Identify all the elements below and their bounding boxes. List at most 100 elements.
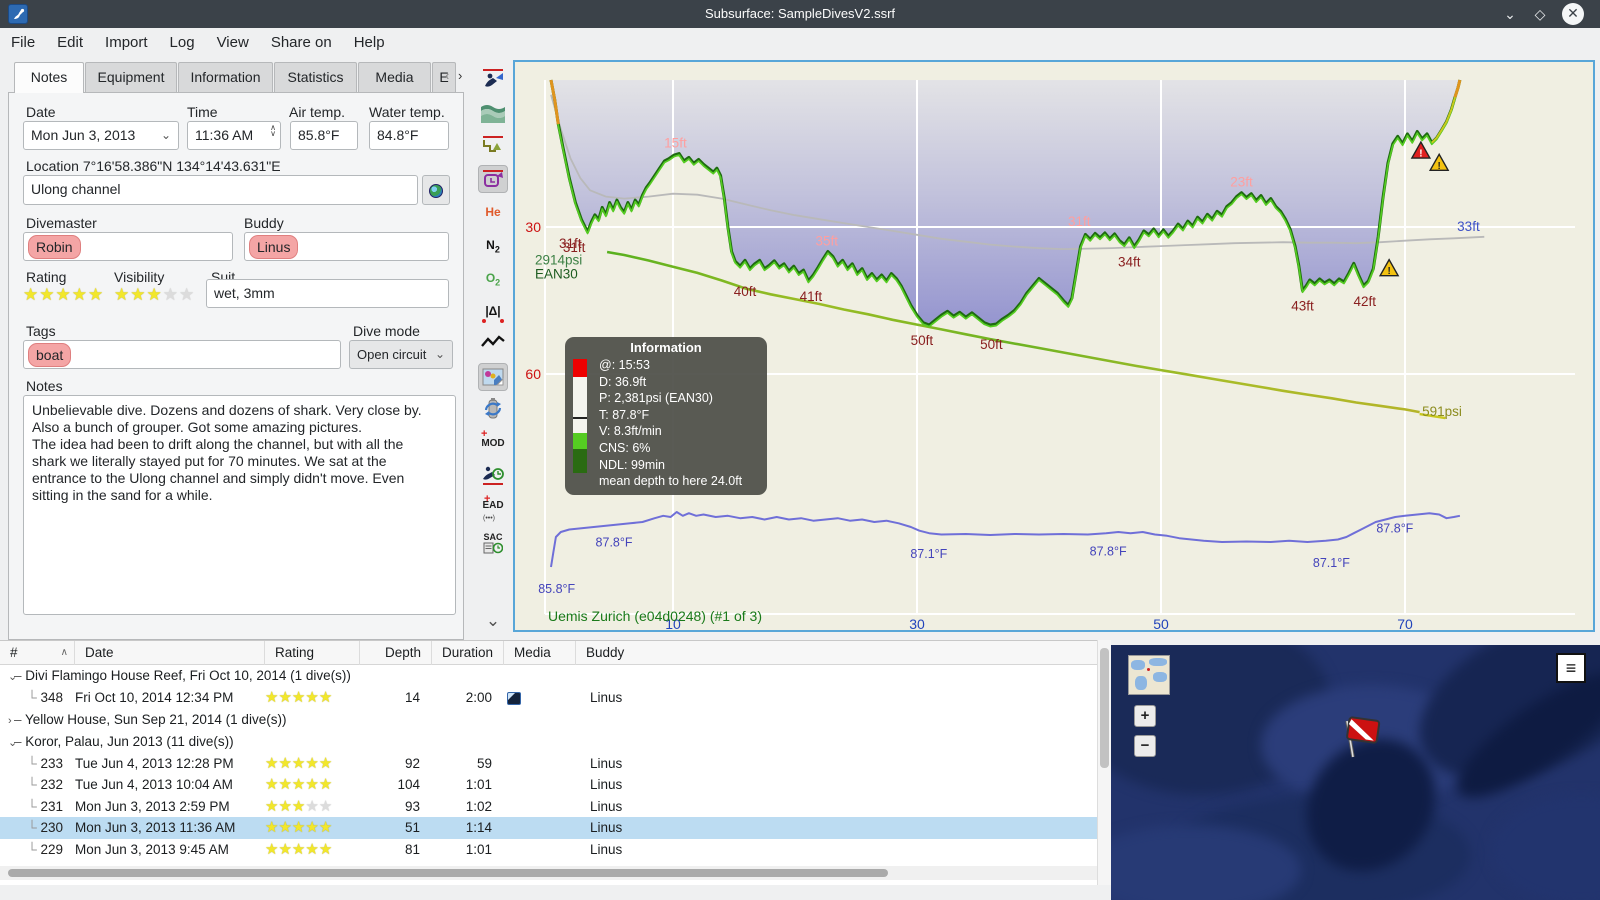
- dive-row[interactable]: └ 348 Fri Oct 10, 2014 12:34 PM ★★★★★ 14 2:0…: [0, 687, 1097, 709]
- ceiling-3m-button[interactable]: [478, 132, 508, 160]
- dive-depth: 93: [404, 798, 420, 814]
- dive-row[interactable]: └ 231 Mon Jun 3, 2013 2:59 PM ★★★★★ 93 1:02 L…: [0, 796, 1097, 818]
- col-depth[interactable]: Depth: [360, 641, 432, 665]
- svg-text:87.1°F: 87.1°F: [910, 547, 947, 561]
- dive-flag-marker[interactable]: [1339, 713, 1385, 766]
- dive-row[interactable]: └ 232 Tue Jun 4, 2013 10:04 AM ★★★★★ 104 1:0…: [0, 774, 1097, 796]
- tags-field[interactable]: boat: [23, 340, 341, 369]
- map-overview-thumbnail[interactable]: [1128, 655, 1170, 695]
- menu-view[interactable]: View: [206, 28, 260, 57]
- dive-row[interactable]: └ 233 Tue Jun 4, 2013 12:28 PM ★★★★★ 92 59 Li…: [0, 753, 1097, 775]
- notes-label: Notes: [26, 378, 63, 394]
- dive-computer-label: Uemis Zurich (e04d0248) (#1 of 3): [548, 608, 762, 624]
- tab-equipment[interactable]: Equipment: [85, 62, 177, 92]
- dive-trip-row[interactable]: ⌄– Divi Flamingo House Reef, Fri Oct 10,…: [0, 665, 1097, 687]
- date-field[interactable]: Mon Jun 3, 2013 ⌄: [23, 121, 179, 150]
- svg-text:41ft: 41ft: [800, 289, 823, 304]
- information-tooltip[interactable]: Information @: 15:53 D: 36.9ft P: 2,381psi…: [565, 337, 767, 495]
- dc-reported-ceiling-button[interactable]: [478, 165, 508, 193]
- dive-row-selected[interactable]: └ 230 Mon Jun 3, 2013 11:36 AM ★★★★★ 51 1:14…: [0, 817, 1097, 839]
- minimize-icon[interactable]: ⌄: [1498, 3, 1522, 25]
- expand-icon[interactable]: ›: [0, 710, 14, 732]
- collapse-icon[interactable]: ⌄: [0, 666, 17, 688]
- col-rating[interactable]: Rating: [265, 641, 360, 665]
- dive-trip-row[interactable]: › – Yellow House, Sun Sep 21, 2014 (1 div…: [0, 709, 1097, 731]
- buddy-field[interactable]: Linus: [244, 232, 449, 261]
- menu-share-on[interactable]: Share on: [260, 28, 343, 57]
- divemaster-field[interactable]: Robin: [23, 232, 233, 261]
- dive-rating-stars: ★★★★★: [265, 776, 333, 793]
- calculated-ceiling-button[interactable]: [478, 99, 508, 127]
- svg-text:50ft: 50ft: [980, 337, 1003, 352]
- time-field[interactable]: 11:36 AM ∧ ∨: [187, 121, 281, 150]
- menu-edit[interactable]: Edit: [46, 28, 94, 57]
- time-spinner[interactable]: ∧ ∨: [270, 124, 276, 138]
- dive-profile-chart[interactable]: 10 30 50 70 30 60 31ft 15ft 40ft 41ft 35ft 50ft 50ft…: [513, 60, 1595, 632]
- location-globe-button[interactable]: [422, 175, 450, 205]
- tab-scroll-right-icon[interactable]: ›: [458, 68, 462, 83]
- map-zoom-out-button[interactable]: −: [1134, 735, 1156, 757]
- menu-help[interactable]: Help: [343, 28, 396, 57]
- location-field[interactable]: Ulong channel: [23, 175, 418, 205]
- dive-list-vertical-scrollbar[interactable]: [1097, 640, 1111, 885]
- dc-ceiling-button[interactable]: [478, 66, 508, 94]
- divemode-select[interactable]: Open circuit ⌄: [349, 340, 453, 369]
- tag-boat[interactable]: boat: [28, 343, 72, 367]
- chevron-down-icon[interactable]: ⌄: [435, 341, 445, 368]
- maximize-icon[interactable]: ◇: [1528, 3, 1552, 25]
- tab-notes[interactable]: Notes: [14, 62, 84, 93]
- media-thumbnail-icon[interactable]: [507, 691, 521, 705]
- pp-nitrogen-button[interactable]: N2: [478, 231, 508, 259]
- show-photos-button[interactable]: [478, 363, 508, 391]
- chevron-down-icon[interactable]: ⌄: [161, 122, 171, 149]
- tab-media[interactable]: Media: [358, 62, 431, 92]
- col-buddy[interactable]: Buddy: [576, 641, 1097, 665]
- ruler-dot-icon: [482, 319, 486, 323]
- pp-helium-button[interactable]: He: [478, 198, 508, 226]
- tab-information[interactable]: Information: [178, 62, 273, 92]
- watertemp-field[interactable]: 84.8°F: [369, 121, 449, 150]
- scrollbar-thumb[interactable]: [1100, 648, 1109, 768]
- tab-extra[interactable]: E: [432, 62, 456, 92]
- sort-ascending-icon[interactable]: ∧: [61, 641, 68, 665]
- ndl-tts-button[interactable]: [478, 462, 508, 490]
- col-number[interactable]: # ∧: [0, 641, 75, 665]
- tab-scroll-left-icon[interactable]: ‹: [445, 68, 449, 83]
- ruler-button[interactable]: |Δ|: [478, 297, 508, 325]
- map-zoom-in-button[interactable]: +: [1134, 705, 1156, 727]
- mod-button[interactable]: + MOD: [478, 428, 508, 457]
- pp-oxygen-button[interactable]: O2: [478, 264, 508, 292]
- col-date[interactable]: Date: [75, 641, 265, 665]
- sac-rate-button[interactable]: SAC: [478, 528, 508, 556]
- dive-row[interactable]: └ 229 Mon Jun 3, 2013 9:45 AM ★★★★★ 81 1:01 L…: [0, 839, 1097, 861]
- col-media[interactable]: Media: [504, 641, 576, 665]
- scrollbar-thumb[interactable]: [8, 869, 888, 877]
- dive-trip-row[interactable]: ⌄– Koror, Palau, Jun 2013 (11 dive(s)): [0, 731, 1097, 753]
- visibility-label: Visibility: [114, 269, 165, 285]
- menu-log[interactable]: Log: [159, 28, 206, 57]
- visibility-stars[interactable]: ★★★★★: [114, 285, 195, 305]
- suit-field[interactable]: wet, 3mm: [206, 279, 449, 308]
- ead-button[interactable]: + EAD (•••): [478, 493, 508, 523]
- menu-file[interactable]: File: [0, 28, 46, 57]
- divemaster-tag[interactable]: Robin: [28, 235, 81, 259]
- airtemp-field[interactable]: 85.8°F: [290, 121, 358, 150]
- tooltip-row: T: 87.8°F: [599, 407, 650, 422]
- dive-list-horizontal-scrollbar[interactable]: [0, 866, 1097, 880]
- col-duration[interactable]: Duration: [432, 641, 504, 665]
- notes-textarea[interactable]: Unbelievable dive. Dozens and dozens of …: [23, 395, 456, 615]
- heart-rate-button[interactable]: [478, 330, 508, 358]
- collapse-icon[interactable]: ⌄: [0, 732, 17, 754]
- date-label: Date: [26, 104, 56, 120]
- location-label: Location 7°16'58.386"N 134°14'43.631"E: [26, 158, 281, 174]
- svg-text:2914psi: 2914psi: [535, 252, 582, 267]
- dive-site-map[interactable]: + − ≡: [1111, 645, 1600, 900]
- rating-stars[interactable]: ★★★★★: [23, 285, 104, 305]
- toolbar-scroll-down-icon[interactable]: ⌄: [478, 607, 508, 635]
- map-menu-button[interactable]: ≡: [1556, 653, 1586, 683]
- tank-bar-button[interactable]: [478, 396, 508, 424]
- menu-import[interactable]: Import: [94, 28, 159, 57]
- tab-statistics[interactable]: Statistics: [274, 62, 357, 92]
- close-icon[interactable]: ✕: [1562, 3, 1584, 25]
- buddy-tag[interactable]: Linus: [249, 235, 299, 259]
